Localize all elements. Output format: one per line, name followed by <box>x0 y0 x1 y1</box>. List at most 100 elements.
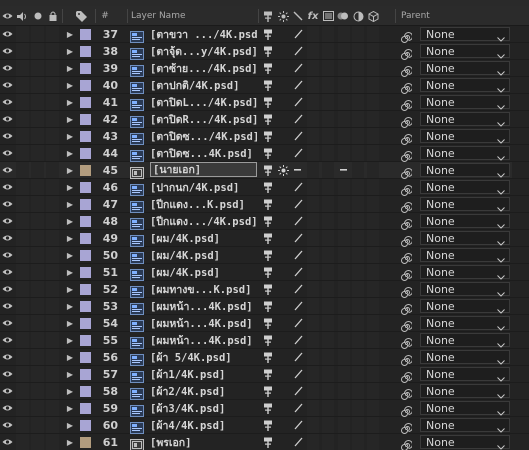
effects-switch[interactable] <box>307 383 319 399</box>
3d-switch[interactable] <box>367 417 379 433</box>
lock-toggle[interactable] <box>46 60 59 76</box>
layer-name[interactable]: [ผม/4K.psd] <box>150 230 257 246</box>
layer-name[interactable]: [ตาขวา .../4K.psd] <box>150 26 257 42</box>
parent-dropdown[interactable]: None <box>420 401 510 416</box>
parent-dropdown[interactable]: None <box>420 316 510 331</box>
3d-switch[interactable] <box>367 315 379 331</box>
3d-switch[interactable] <box>367 145 379 161</box>
lock-toggle[interactable] <box>46 434 59 450</box>
scrollbar-gutter[interactable] <box>512 366 529 382</box>
adjustment-switch[interactable] <box>352 60 364 76</box>
layer-row[interactable]: ▶ 55 [ผมหน้า...4K.psd] None <box>0 332 529 349</box>
layer-row[interactable]: ▶ 40 [ตาปกติ/4K.psd] None <box>0 77 529 94</box>
frame-blend-switch[interactable] <box>322 179 334 195</box>
layer-name[interactable]: [นายเอก] <box>150 162 257 177</box>
solo-toggle[interactable] <box>31 60 44 76</box>
adjustment-switch[interactable] <box>352 94 364 110</box>
visibility-eye-icon[interactable] <box>0 162 14 178</box>
adjustment-switch[interactable] <box>352 128 364 144</box>
scrollbar-gutter[interactable] <box>512 179 529 195</box>
motion-blur-switch[interactable] <box>338 366 350 382</box>
lock-icon[interactable] <box>45 6 60 26</box>
audio-toggle[interactable] <box>16 179 29 195</box>
visibility-eye-icon[interactable] <box>0 400 14 416</box>
layer-row[interactable]: ▶ 57 [ผ้า1/4K.psd] None <box>0 366 529 383</box>
solo-toggle[interactable] <box>31 162 44 178</box>
layer-row[interactable]: ▶ 38 [ตาจุ้ด...y/4K.psd] None <box>0 43 529 60</box>
solo-toggle[interactable] <box>31 43 44 59</box>
layer-name[interactable]: [ผ้า3/4K.psd] <box>150 400 257 416</box>
frame-blend-switch[interactable] <box>322 43 334 59</box>
shy-switch-icon[interactable] <box>262 315 274 331</box>
quality-slash-icon[interactable] <box>292 128 304 144</box>
frame-blend-switch[interactable] <box>322 315 334 331</box>
shy-switch-icon[interactable] <box>262 145 274 161</box>
parent-dropdown[interactable]: None <box>420 282 510 297</box>
motion-blur-switch[interactable] <box>338 383 350 399</box>
parent-dropdown[interactable]: None <box>420 367 510 382</box>
layer-name[interactable]: [ตาปิดซ...4K.psd] <box>150 145 257 161</box>
audio-toggle[interactable] <box>16 77 29 93</box>
label-color-swatch[interactable] <box>80 335 91 346</box>
effects-switch[interactable] <box>307 196 319 212</box>
3d-switch[interactable] <box>367 332 379 348</box>
motion-blur-switch[interactable] <box>338 213 350 229</box>
3d-switch[interactable] <box>367 60 379 76</box>
scrollbar-gutter[interactable] <box>512 247 529 263</box>
adjustment-switch[interactable] <box>352 213 364 229</box>
twirl-expand-icon[interactable]: ▶ <box>63 128 77 144</box>
effects-switch[interactable] <box>307 128 319 144</box>
quality-slash-icon[interactable] <box>292 417 304 433</box>
shy-icon[interactable] <box>262 6 274 26</box>
parent-dropdown[interactable]: None <box>420 95 510 110</box>
motion-blur-switch[interactable] <box>338 43 350 59</box>
layer-name[interactable]: [ปีกแดง.../4K.psd] <box>150 213 257 229</box>
3d-switch[interactable] <box>367 162 379 178</box>
adjustment-switch[interactable] <box>352 247 364 263</box>
layer-row[interactable]: ▶ 47 [ปีกแดง...K.psd] None <box>0 196 529 213</box>
motion-blur-switch[interactable] <box>338 349 350 365</box>
scrollbar-gutter[interactable] <box>512 230 529 246</box>
layer-name[interactable]: [ผม/4K.psd] <box>150 247 257 263</box>
visibility-eye-icon[interactable] <box>0 332 14 348</box>
shy-switch-icon[interactable] <box>262 349 274 365</box>
lock-toggle[interactable] <box>46 400 59 416</box>
effects-switch[interactable] <box>307 366 319 382</box>
quality-icon[interactable] <box>292 6 304 26</box>
frame-blending-icon[interactable] <box>322 6 334 26</box>
visibility-eye-icon[interactable] <box>0 43 14 59</box>
effects-fx-icon[interactable]: fx <box>306 6 320 26</box>
audio-toggle[interactable] <box>16 230 29 246</box>
layer-name[interactable]: [ตาปิดR.../4K.psd] <box>150 111 257 127</box>
motion-blur-switch[interactable] <box>338 230 350 246</box>
audio-toggle[interactable] <box>16 281 29 297</box>
adjustment-switch[interactable] <box>352 162 364 178</box>
audio-toggle[interactable] <box>16 213 29 229</box>
3d-switch[interactable] <box>367 230 379 246</box>
3d-switch[interactable] <box>367 179 379 195</box>
shy-switch-icon[interactable] <box>262 281 274 297</box>
motion-blur-switch[interactable] <box>338 145 350 161</box>
layer-name[interactable]: [ตาปกติ/4K.psd] <box>150 77 257 93</box>
layer-name[interactable]: [ตาจุ้ด...y/4K.psd] <box>150 43 257 59</box>
parent-dropdown[interactable]: None <box>420 350 510 365</box>
layer-name[interactable]: [ปีกแดง...K.psd] <box>150 196 257 212</box>
layer-row[interactable]: ▶ 61 [พรเอก] None <box>0 434 529 450</box>
adjustment-switch[interactable] <box>352 43 364 59</box>
label-color-swatch[interactable] <box>80 352 91 363</box>
visibility-eye-icon[interactable] <box>0 230 14 246</box>
solo-toggle[interactable] <box>31 145 44 161</box>
layer-name-header[interactable]: Layer Name <box>131 6 191 26</box>
adjustment-switch[interactable] <box>352 264 364 280</box>
scrollbar-gutter[interactable] <box>512 94 529 110</box>
layer-row[interactable]: ▶ 50 [ผม/4K.psd] None <box>0 247 529 264</box>
parent-dropdown[interactable]: None <box>420 265 510 280</box>
visibility-eye-icon[interactable] <box>0 179 14 195</box>
audio-toggle[interactable] <box>16 196 29 212</box>
scrollbar-gutter[interactable] <box>512 111 529 127</box>
motion-blur-switch[interactable] <box>338 128 350 144</box>
lock-toggle[interactable] <box>46 298 59 314</box>
lock-toggle[interactable] <box>46 43 59 59</box>
3d-switch[interactable] <box>367 77 379 93</box>
lock-toggle[interactable] <box>46 128 59 144</box>
